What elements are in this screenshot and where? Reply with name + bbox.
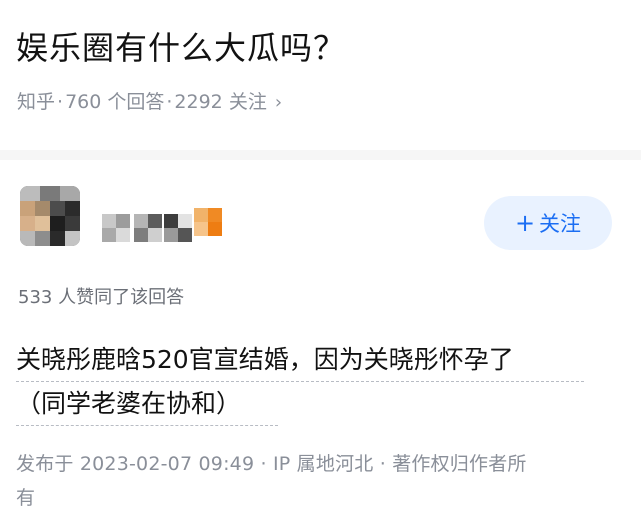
follow-button[interactable]: + 关注	[484, 196, 612, 250]
question-title[interactable]: 娱乐圈有什么大瓜吗？	[16, 26, 346, 70]
meta-answer-count: 760 个回答	[65, 91, 165, 113]
meta-separator: ·	[57, 91, 64, 113]
meta-source: 知乎	[17, 91, 56, 113]
publish-info-line: 有	[16, 487, 36, 509]
avatar[interactable]	[20, 186, 80, 246]
question-header: 娱乐圈有什么大瓜吗？ 知乎 · 760 个回答 · 2292 关注 ›	[0, 0, 641, 150]
answer-line: （同学老婆在协和）	[16, 384, 278, 426]
upvote-count: 533 人赞同了该回答	[18, 287, 185, 308]
author-name[interactable]	[102, 206, 222, 242]
plus-icon: +	[514, 209, 536, 237]
follow-button-label: 关注	[539, 212, 582, 236]
answer-footer: 发布于 2023-02-07 09:49 · IP 属地河北 · 著作权归作者所…	[16, 447, 616, 515]
publish-info-line: 发布于 2023-02-07 09:49 · IP 属地河北 · 著作权归作者所	[16, 453, 527, 475]
section-divider	[0, 150, 641, 160]
answer-card: + 关注 533 人赞同了该回答 关晓彤鹿晗520官宣结婚，因为关晓彤怀孕了 （同…	[0, 160, 641, 527]
question-meta[interactable]: 知乎 · 760 个回答 · 2292 关注 ›	[17, 89, 282, 116]
meta-follower-count: 2292 关注	[174, 91, 267, 113]
answer-line: 关晓彤鹿晗520官宣结婚，因为关晓彤怀孕了	[16, 340, 584, 382]
meta-separator: ·	[166, 91, 173, 113]
chevron-right-icon: ›	[274, 92, 283, 113]
